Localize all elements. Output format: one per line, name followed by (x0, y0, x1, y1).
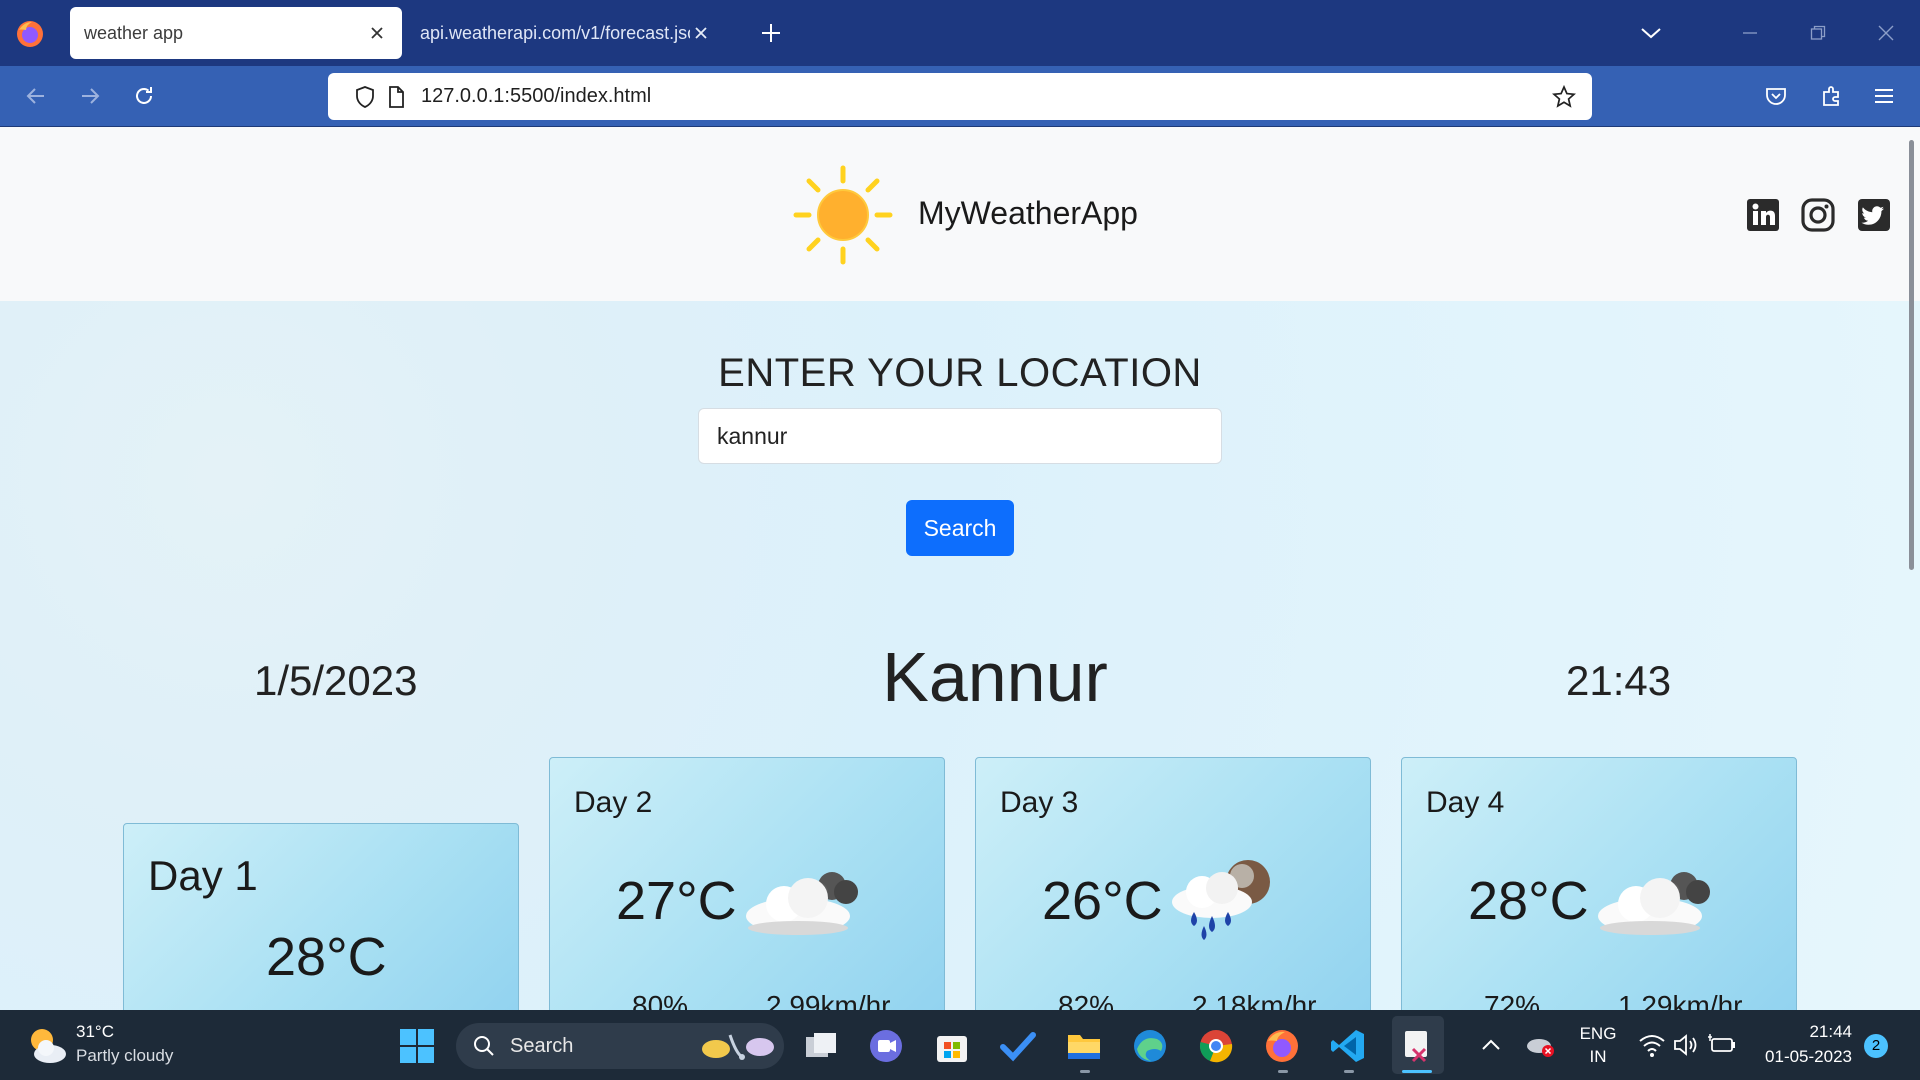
location-heading: ENTER YOUR LOCATION (718, 351, 1202, 395)
search-highlight-icon (702, 1034, 774, 1060)
forecast-wind-speed: 1.29km/hr (1618, 990, 1743, 1010)
cloudy-night-icon (1598, 872, 1710, 935)
forward-button[interactable] (74, 80, 106, 112)
back-button[interactable] (20, 80, 52, 112)
forecast-humidity: 72% (1484, 990, 1541, 1010)
input-region[interactable]: IN (1576, 1047, 1620, 1067)
tab-api-forecast[interactable]: api.weatherapi.com/v1/forecast.json (406, 7, 726, 59)
address-bar[interactable]: 127.0.0.1:5500/index.html (328, 73, 1592, 120)
tab-list-button[interactable] (1616, 0, 1686, 66)
minimize-icon (1743, 32, 1757, 34)
forecast-wind-speed: 2.18km/hr (1192, 990, 1317, 1010)
forecast-temperature: 27°C (616, 871, 737, 931)
reload-icon (136, 87, 152, 104)
onedrive-error-icon[interactable] (1524, 1030, 1558, 1060)
taskbar-clock-time[interactable]: 21:44 (1756, 1022, 1852, 1042)
volume-icon[interactable] (1672, 1032, 1700, 1058)
todo-icon[interactable] (999, 1027, 1037, 1065)
close-icon[interactable] (366, 22, 388, 44)
forecast-temperature: 28°C (1468, 871, 1589, 931)
forecast-card-day-3: Day 3 26°C 82% 2.18km/hr (975, 757, 1371, 1010)
forecast-humidity: 82% (1058, 990, 1115, 1010)
taskbar-search-label: Search (510, 1035, 574, 1057)
close-icon (1878, 25, 1894, 41)
reload-button[interactable] (128, 80, 160, 112)
linkedin-icon[interactable] (1745, 197, 1781, 233)
taskbar-weather-condition[interactable]: Partly cloudy (76, 1046, 173, 1066)
menu-button[interactable] (1868, 80, 1900, 112)
firefox-taskbar-icon[interactable] (1263, 1027, 1301, 1065)
restore-icon (1810, 25, 1826, 40)
notification-badge[interactable]: 2 (1864, 1034, 1888, 1058)
chevron-up-icon[interactable] (1480, 1036, 1502, 1054)
file-explorer-icon[interactable] (1065, 1027, 1103, 1065)
task-view-icon[interactable] (802, 1027, 840, 1065)
partly-cloudy-icon[interactable] (24, 1024, 68, 1068)
pocket-icon (1766, 88, 1786, 105)
taskbar-search-box[interactable]: Search (456, 1023, 784, 1069)
chrome-icon[interactable] (1197, 1027, 1235, 1065)
windows-start-icon[interactable] (398, 1027, 436, 1065)
search-icon (474, 1036, 494, 1056)
cloudy-night-icon (746, 872, 858, 935)
search-button[interactable]: Search (906, 500, 1014, 556)
forward-arrow-icon (82, 88, 100, 104)
edge-icon[interactable] (1131, 1027, 1169, 1065)
chevron-down-icon (1641, 28, 1661, 39)
puzzle-icon (1823, 86, 1839, 106)
page-icon[interactable] (384, 85, 408, 109)
windows-taskbar: 31°C Partly cloudy Search ENG IN 21:44 0… (0, 1010, 1920, 1080)
forecast-day-label: Day 1 (148, 852, 258, 899)
star-icon[interactable] (1552, 85, 1576, 109)
restore-button[interactable] (1784, 0, 1852, 66)
snipping-tool-active[interactable] (1392, 1016, 1444, 1074)
tab-title: weather app (84, 22, 184, 43)
url-text[interactable]: 127.0.0.1:5500/index.html (421, 85, 651, 108)
pocket-button[interactable] (1760, 80, 1792, 112)
site-header: MyWeatherApp (0, 127, 1920, 301)
minimize-button[interactable] (1716, 0, 1784, 66)
extensions-button[interactable] (1815, 80, 1847, 112)
shield-icon[interactable] (353, 85, 377, 109)
browser-tab-bar: weather app api.weatherapi.com/v1/foreca… (0, 0, 1920, 66)
current-time: 21:43 (1566, 657, 1672, 704)
web-page: MyWeatherApp ENTER YOUR LOCATION Search … (0, 127, 1920, 1010)
sun-logo-icon (793, 165, 893, 265)
tab-weather-app[interactable]: weather app (70, 7, 402, 59)
forecast-card-day-1: Day 1 28°C (123, 823, 519, 1010)
taskbar-clock-date[interactable]: 01-05-2023 (1756, 1047, 1852, 1067)
forecast-day-label: Day 3 (1000, 786, 1079, 819)
forecast-temperature: 26°C (1042, 871, 1163, 931)
brand-name[interactable]: MyWeatherApp (918, 195, 1138, 232)
location-input[interactable] (698, 408, 1222, 464)
forecast-humidity: 80% (632, 990, 689, 1010)
twitter-icon[interactable] (1856, 197, 1892, 233)
rain-cloud-icon (1172, 860, 1270, 940)
tab-title: api.weatherapi.com/v1/forecast.json (420, 22, 690, 43)
close-icon[interactable] (690, 22, 712, 44)
forecast-card-day-4: Day 4 28°C 72% 1.29km/hr (1401, 757, 1797, 1010)
firefox-icon[interactable] (14, 18, 46, 50)
hamburger-menu-icon (1875, 89, 1893, 103)
wifi-icon[interactable] (1638, 1032, 1666, 1058)
forecast-card-day-2: Day 2 27°C 80% 2.99km/hr (549, 757, 945, 1010)
forecast-wind-speed: 2.99km/hr (766, 990, 891, 1010)
new-tab-icon[interactable] (756, 18, 786, 48)
back-arrow-icon (26, 88, 44, 104)
close-window-button[interactable] (1852, 0, 1920, 66)
window-controls (1616, 0, 1920, 66)
page-scrollbar[interactable] (1909, 140, 1914, 570)
microsoft-store-icon[interactable] (933, 1027, 971, 1065)
taskbar-weather-temp[interactable]: 31°C (76, 1022, 114, 1042)
vscode-icon[interactable] (1329, 1027, 1367, 1065)
forecast-temperature: 28°C (266, 927, 387, 987)
forecast-day-label: Day 2 (574, 786, 653, 819)
snipping-tool-icon (1405, 1031, 1427, 1063)
forecast-day-label: Day 4 (1426, 786, 1505, 819)
input-language[interactable]: ENG (1576, 1024, 1620, 1044)
battery-icon[interactable] (1708, 1032, 1738, 1058)
teams-chat-icon[interactable] (867, 1027, 905, 1065)
instagram-icon[interactable] (1800, 197, 1836, 233)
